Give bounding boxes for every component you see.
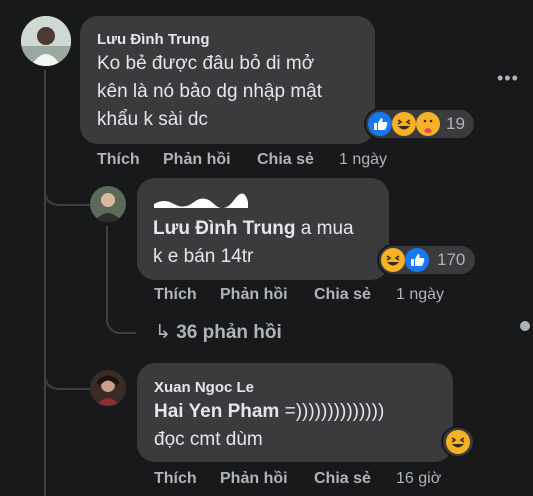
more-options-icon[interactable]: •••	[497, 68, 519, 89]
like-button[interactable]: Thích	[154, 286, 197, 304]
share-button[interactable]: Chia sẻ	[257, 151, 314, 169]
reply-button[interactable]: Phản hồi	[220, 470, 288, 488]
comment-line: Lưu Đình Trung a mua	[153, 215, 383, 243]
comment-actions: Thích Phản hồi Chia sẻ 1 ngày	[97, 151, 417, 171]
view-replies-link[interactable]: ↳ 36 phản hồi	[155, 321, 282, 344]
timestamp[interactable]: 1 ngày	[396, 286, 444, 304]
reaction-count: 19	[446, 114, 465, 133]
like-icon	[405, 248, 429, 272]
comment-line: Hai Yen Pham =))))))))))))))	[154, 398, 444, 426]
comment-line: Ko bẻ được đâu bỏ di mở	[97, 53, 315, 74]
haha-icon	[381, 248, 405, 272]
reply-button[interactable]: Phản hồi	[220, 286, 288, 304]
reaction-summary[interactable]	[443, 428, 473, 456]
comment-text-fragment: a mua	[295, 218, 354, 239]
comment-author[interactable]: Xuan Ngoc Le	[154, 379, 254, 396]
comment-text: Lưu Đình Trung a mua k e bán 14tr	[153, 215, 383, 271]
thread-connector-reply2	[44, 340, 90, 390]
thread-connector-reply1	[44, 150, 90, 206]
view-replies-label: 36 phản hồi	[176, 322, 282, 343]
share-button[interactable]: Chia sẻ	[314, 286, 371, 304]
mention-link[interactable]: Lưu Đình Trung	[153, 218, 296, 239]
mention-link[interactable]: Hai Yen Pham	[154, 401, 279, 422]
comment-text: Ko bẻ được đâu bỏ di mở kên là nó bảo dg…	[97, 50, 372, 134]
comment-line: kên là nó bảo dg nhập mật	[97, 81, 323, 102]
haha-icon	[392, 112, 416, 136]
profile-photo	[90, 370, 126, 406]
avatar[interactable]	[21, 16, 71, 66]
comment-text-fragment: =))))))))))))))	[279, 401, 385, 422]
comment-line: k e bán 14tr	[153, 246, 254, 267]
timestamp[interactable]: 16 giờ	[396, 470, 441, 488]
comment-author[interactable]: Lưu Đình Trung	[97, 31, 210, 48]
scroll-indicator[interactable]	[520, 321, 530, 331]
care-icon	[416, 112, 440, 136]
reply-button[interactable]: Phản hồi	[163, 151, 231, 169]
reaction-count: 170	[437, 250, 466, 269]
comment-actions: Thích Phản hồi Chia sẻ 16 giờ	[154, 470, 474, 490]
comment-actions: Thích Phản hồi Chia sẻ 1 ngày	[154, 286, 474, 306]
reaction-summary[interactable]: 170	[379, 246, 475, 274]
avatar[interactable]	[90, 370, 126, 406]
redacted-author-name	[154, 193, 248, 209]
comment-line: khẩu k sài dc	[97, 109, 208, 130]
like-button[interactable]: Thích	[154, 470, 197, 488]
comment-line: đọc cmt dùm	[154, 429, 263, 450]
haha-icon	[446, 430, 470, 454]
profile-photo	[90, 186, 126, 222]
thread-line-main	[44, 70, 46, 496]
share-button[interactable]: Chia sẻ	[314, 470, 371, 488]
profile-photo	[21, 16, 71, 66]
like-icon	[368, 112, 392, 136]
reply-arrow-icon: ↳	[155, 322, 171, 343]
avatar[interactable]	[90, 186, 126, 222]
reaction-summary[interactable]: 19	[366, 110, 474, 138]
timestamp[interactable]: 1 ngày	[339, 151, 387, 169]
comment-text: Hai Yen Pham =)))))))))))))) đọc cmt dùm	[154, 398, 444, 454]
thread-connector-more-replies	[106, 290, 136, 334]
like-button[interactable]: Thích	[97, 151, 140, 169]
